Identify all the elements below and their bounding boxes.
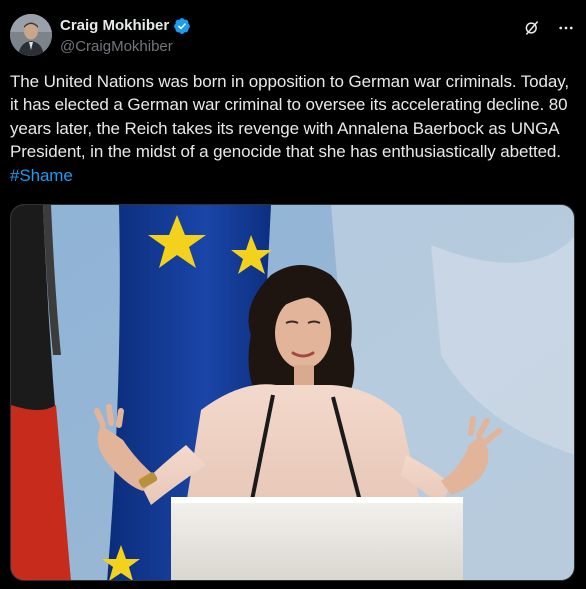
display-name-row: Craig Mokhiber bbox=[60, 16, 191, 36]
hashtag-link[interactable]: #Shame bbox=[10, 166, 73, 185]
header-actions bbox=[522, 18, 576, 38]
avatar[interactable] bbox=[10, 14, 52, 56]
tweet-card: Craig Mokhiber @CraigMokhiber The United… bbox=[0, 0, 586, 589]
tweet-photo[interactable] bbox=[10, 204, 575, 581]
author-names: Craig Mokhiber @CraigMokhiber bbox=[60, 16, 191, 57]
tweet-body: The United Nations was born in oppositio… bbox=[10, 72, 570, 162]
author-handle[interactable]: @CraigMokhiber bbox=[60, 37, 191, 57]
tweet-header: Craig Mokhiber @CraigMokhiber bbox=[10, 14, 576, 60]
tweet-text: The United Nations was born in oppositio… bbox=[10, 70, 570, 187]
grok-icon[interactable] bbox=[522, 18, 542, 38]
display-name[interactable]: Craig Mokhiber bbox=[60, 16, 169, 36]
verified-badge-icon[interactable] bbox=[173, 17, 191, 35]
more-options-icon[interactable] bbox=[556, 18, 576, 38]
